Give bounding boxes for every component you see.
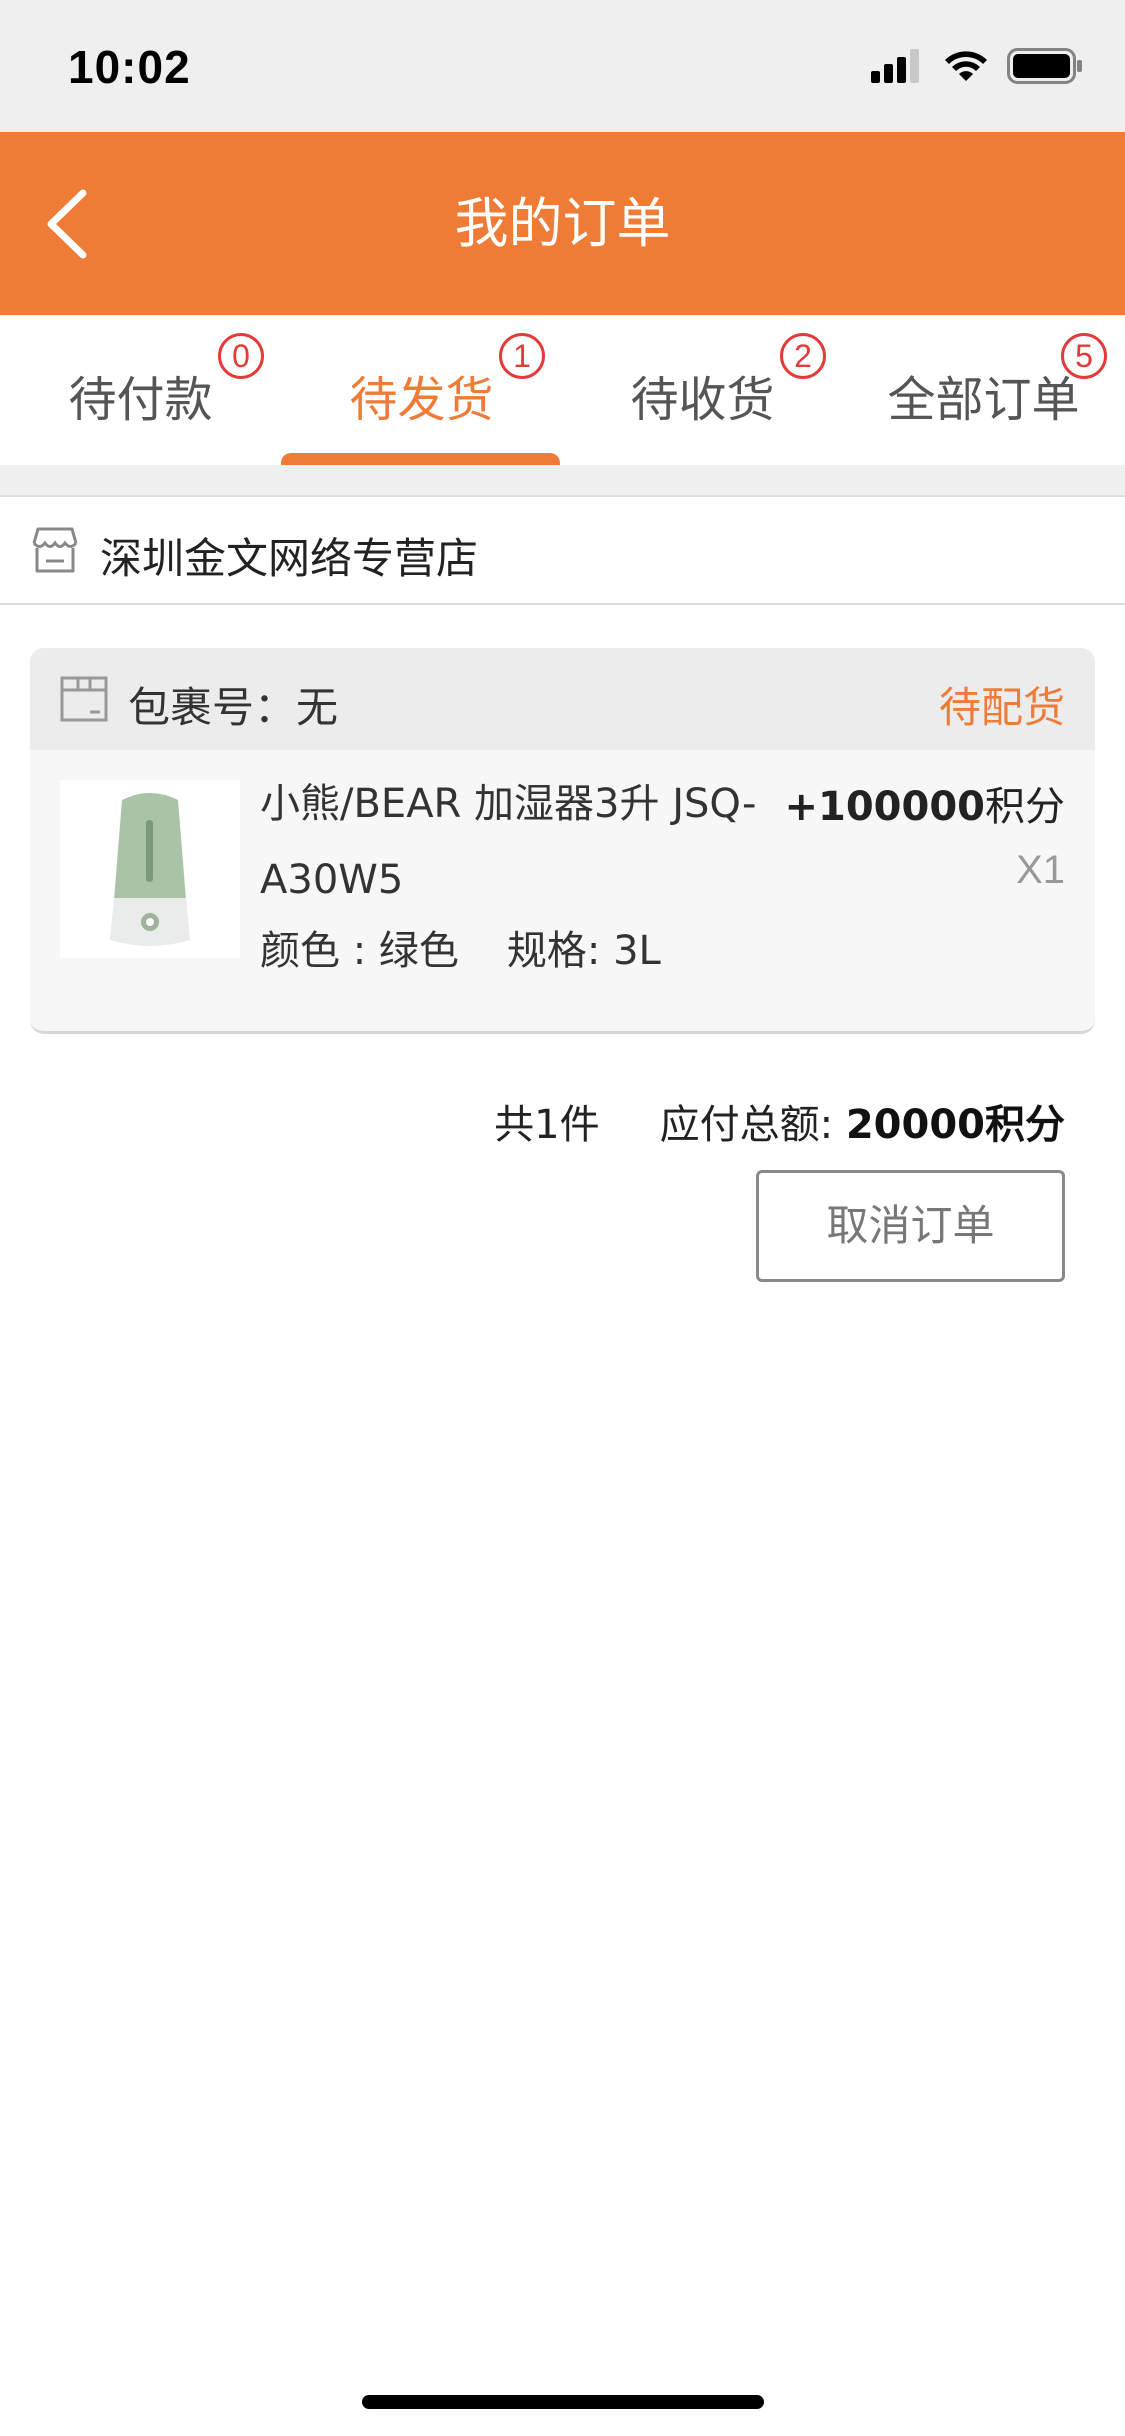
tab-pending-shipment[interactable]: 待发货 1: [281, 315, 562, 465]
tab-pending-payment[interactable]: 待付款 0: [0, 315, 281, 465]
package-number: 包裹号：无: [128, 683, 339, 732]
battery-icon: [1007, 48, 1082, 84]
product-color: 颜色 : 绿色: [260, 928, 459, 974]
status-bar: 10:02: [0, 0, 1125, 132]
humidifier-image: [60, 780, 240, 958]
order-summary: 共1件 应付总额: 20000积分: [494, 1092, 1065, 1150]
wifi-icon: [945, 51, 987, 81]
shop-row[interactable]: 深圳金文网络专营店: [0, 497, 1125, 605]
total-label: 应付总额:: [659, 1102, 834, 1148]
nav-bar: 我的订单: [0, 132, 1125, 315]
product-price: +100000积分: [784, 774, 1065, 832]
order-card[interactable]: 包裹号：无 待配货 小熊/BEAR 加湿器3升 JSQ-A30W5 颜色 : 绿…: [30, 648, 1095, 1034]
active-tab-indicator: [281, 453, 560, 465]
price-prefix: +: [784, 784, 818, 830]
tab-badge: 1: [499, 333, 545, 379]
store-icon: [32, 527, 78, 573]
divider: [0, 465, 1125, 497]
product-quantity: X1: [1016, 848, 1065, 892]
order-status: 待配货: [938, 683, 1065, 732]
total-value: 20000积分: [845, 1102, 1065, 1148]
item-count: 共1件: [494, 1102, 600, 1148]
shop-name: 深圳金文网络专营店: [100, 534, 479, 583]
home-indicator: [362, 2395, 764, 2409]
cellular-signal-icon: [871, 49, 919, 83]
page-title: 我的订单: [454, 192, 671, 255]
tab-badge: 2: [780, 333, 826, 379]
chevron-left-icon: [47, 189, 87, 259]
product-image[interactable]: [60, 780, 240, 958]
product-attributes: 颜色 : 绿色 规格: 3L: [260, 918, 661, 976]
package-header: 包裹号：无 待配货: [30, 648, 1095, 750]
status-time: 10:02: [68, 41, 191, 93]
tab-badge: 0: [218, 333, 264, 379]
status-icons: [871, 48, 1083, 84]
package-icon: [60, 676, 108, 722]
product-spec: 规格: 3L: [506, 928, 661, 974]
order-tabs: 待付款 0 待发货 1 待收货 2 全部订单 5: [0, 315, 1125, 465]
product-name: 小熊/BEAR 加湿器3升 JSQ-A30W5: [260, 781, 757, 903]
price-unit: 积分: [985, 784, 1065, 830]
tab-pending-receipt[interactable]: 待收货 2: [562, 315, 843, 465]
tab-badge: 5: [1061, 333, 1107, 379]
back-button[interactable]: [28, 184, 108, 264]
tab-all-orders[interactable]: 全部订单 5: [843, 315, 1124, 465]
price-value: 100000: [818, 784, 985, 830]
cancel-order-button[interactable]: 取消订单: [756, 1170, 1065, 1282]
